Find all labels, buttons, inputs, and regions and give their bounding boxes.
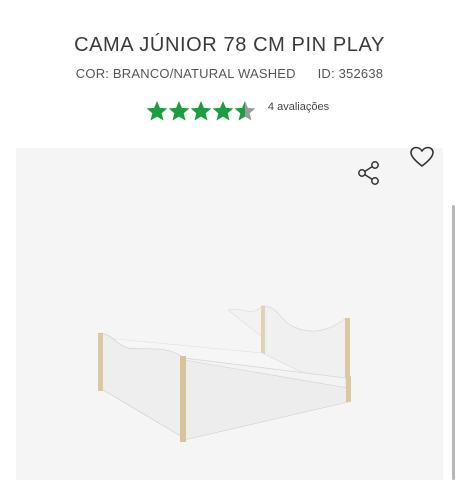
star-icon: [234, 101, 256, 121]
star-icon: [146, 101, 168, 121]
heart-icon: [410, 146, 434, 167]
product-title: CAMA JÚNIOR 78 CM PIN PLAY: [74, 34, 385, 56]
share-button[interactable]: [356, 160, 382, 186]
rating-stars[interactable]: [146, 100, 256, 122]
product-color: COR: BRANCO/NATURAL WASHED: [75, 66, 296, 81]
scrollbar[interactable]: [452, 205, 455, 480]
product-gallery[interactable]: [16, 148, 443, 480]
product-meta: COR: BRANCO/NATURAL WASHED ID: 352638: [0, 66, 459, 81]
star-icon: [168, 101, 190, 121]
share-icon: [358, 161, 379, 185]
star-icon: [190, 101, 212, 121]
favorite-button[interactable]: [408, 145, 436, 169]
star-icon: [212, 101, 234, 121]
product-rating: 4 avaliações: [0, 100, 459, 122]
reviews-link[interactable]: 4 avaliações: [268, 101, 329, 113]
product-id: ID: 352638: [317, 66, 384, 81]
product-image: [98, 305, 351, 442]
